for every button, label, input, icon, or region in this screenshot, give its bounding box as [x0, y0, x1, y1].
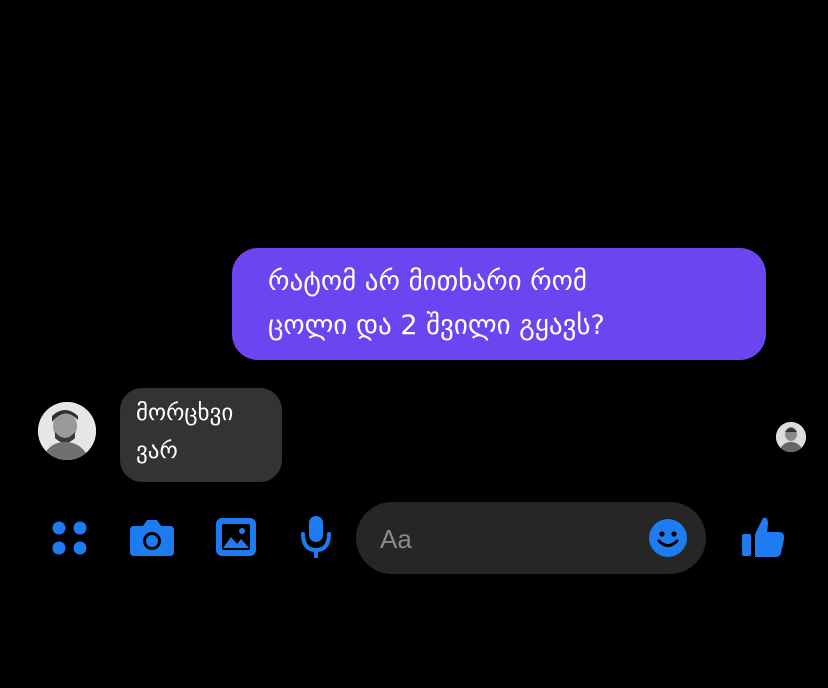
thumbs-up-icon[interactable]	[740, 514, 786, 560]
contact-photo-icon	[38, 402, 96, 460]
seen-indicator-avatar	[776, 422, 806, 452]
message-input[interactable]	[380, 522, 630, 556]
received-message-bubble[interactable]: მორცხვი ვარ	[120, 388, 282, 482]
contact-avatar[interactable]	[38, 402, 96, 460]
sent-message-bubble[interactable]: რატომ არ მითხარი რომ ცოლი და 2 შვილი გყა…	[232, 248, 766, 360]
smiley-icon[interactable]	[648, 518, 688, 558]
chat-screen: რატომ არ მითხარი რომ ცოლი და 2 შვილი გყა…	[0, 0, 828, 688]
microphone-icon[interactable]	[298, 514, 334, 562]
seen-photo-icon	[776, 422, 806, 452]
camera-icon[interactable]	[128, 516, 176, 558]
image-icon[interactable]	[214, 516, 258, 558]
message-composer	[356, 502, 706, 574]
four-dots-icon[interactable]	[50, 518, 90, 558]
